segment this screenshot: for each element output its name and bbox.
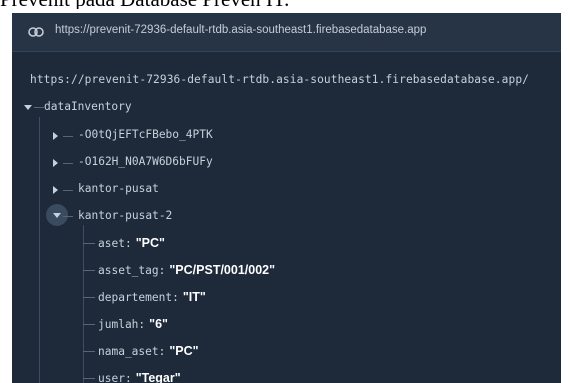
field-value[interactable]: "6" xyxy=(149,317,168,331)
field-key: asset_tag xyxy=(98,264,159,277)
field-key: departement xyxy=(98,291,173,304)
tree-node-root[interactable]: dataInventory xyxy=(44,100,132,113)
firebase-data-panel: https://prevenit-72936-default-rtdb.asia… xyxy=(12,13,561,383)
field-row[interactable]: user: "Tegar" xyxy=(98,369,181,383)
tree-connector xyxy=(83,270,95,271)
link-icon xyxy=(28,27,44,37)
tree-connector xyxy=(34,107,44,108)
root-reference-url[interactable]: https://prevenit-72936-default-rtdb.asia… xyxy=(30,73,529,86)
triangle-down-icon[interactable] xyxy=(53,213,61,218)
triangle-right-icon[interactable] xyxy=(53,159,58,167)
field-value[interactable]: "PC" xyxy=(136,236,165,250)
field-key: user xyxy=(98,372,125,383)
field-key: aset xyxy=(98,237,125,250)
tree-node-child[interactable]: kantor-pusat-2 xyxy=(78,209,172,222)
tree-node-child[interactable]: -O162H_N0A7W6D6bFUFy xyxy=(78,155,213,168)
field-value[interactable]: "PC" xyxy=(169,344,198,358)
field-row[interactable]: nama_aset: "PC" xyxy=(98,342,199,360)
field-row[interactable]: departement: "IT" xyxy=(98,288,206,306)
database-url[interactable]: https://prevenit-72936-default-rtdb.asia… xyxy=(55,24,426,36)
field-key: jumlah xyxy=(98,318,139,331)
tree-node-child[interactable]: kantor-pusat xyxy=(78,182,159,195)
tree-connector xyxy=(83,243,95,244)
document-caption: Prevenit pada Database Preven IT. xyxy=(0,0,572,9)
tree-connector xyxy=(63,216,73,217)
field-value[interactable]: "PC/PST/001/002" xyxy=(169,263,275,277)
triangle-down-icon[interactable] xyxy=(24,105,32,110)
field-row[interactable]: asset_tag: "PC/PST/001/002" xyxy=(98,261,275,279)
field-value[interactable]: "Tegar" xyxy=(136,371,181,383)
tree-guide-line xyxy=(83,225,84,383)
tree-connector xyxy=(63,136,73,137)
tree-guide-line xyxy=(39,117,40,383)
tree-connector xyxy=(63,163,73,164)
triangle-right-icon[interactable] xyxy=(53,132,58,140)
field-row[interactable]: jumlah: "6" xyxy=(98,315,168,333)
field-value[interactable]: "IT" xyxy=(183,290,206,304)
tree-connector xyxy=(63,190,73,191)
tree-node-child[interactable]: -O0tQjEFTcFBebo_4PTK xyxy=(78,128,213,141)
tree-connector xyxy=(83,351,95,352)
tree-connector xyxy=(83,324,95,325)
field-key: nama_aset xyxy=(98,345,159,358)
triangle-right-icon[interactable] xyxy=(53,186,58,194)
tree-connector xyxy=(83,378,95,379)
field-row[interactable]: aset: "PC" xyxy=(98,234,165,252)
url-bar[interactable]: https://prevenit-72936-default-rtdb.asia… xyxy=(12,13,561,52)
tree-connector xyxy=(83,297,95,298)
